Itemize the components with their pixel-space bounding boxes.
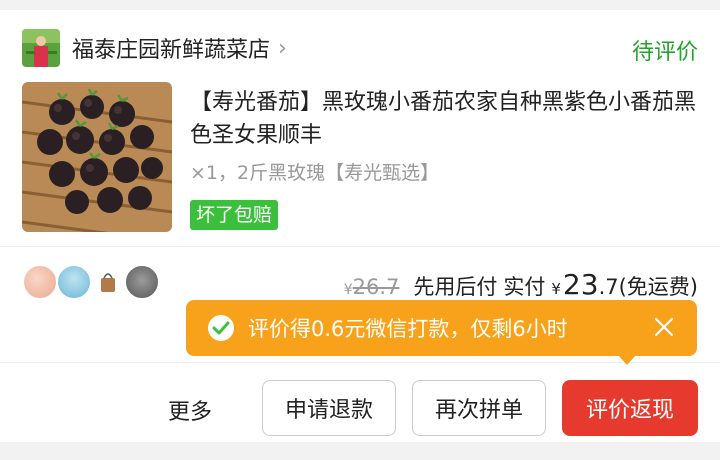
next-card-edge (22, 444, 698, 460)
avatar (124, 264, 160, 300)
currency-symbol: ¥ (551, 280, 561, 298)
more-button[interactable]: 更多 (168, 394, 212, 426)
review-reward-tooltip[interactable]: 评价得0.6元微信打款，仅剩6小时 (186, 300, 697, 356)
original-price: 26.7 (352, 275, 400, 299)
shipping-note: (免运费) (618, 275, 698, 299)
product-spec: ×1，2斤黑玫瑰【寿光甄选】 (190, 162, 440, 184)
chevron-right-icon[interactable]: › (278, 36, 287, 61)
divider (0, 362, 720, 363)
product-image[interactable] (22, 82, 172, 232)
pay-later-label: 先用后付 (413, 275, 498, 299)
price-row: ¥ 26.7 先用后付 实付 ¥ 23 .7 (免运费) (344, 268, 698, 301)
paid-label: 实付 (503, 275, 546, 299)
divider (0, 246, 720, 247)
avatar (90, 264, 126, 300)
shop-avatar (22, 29, 60, 67)
tooltip-text: 评价得0.6元微信打款，仅剩6小时 (248, 317, 568, 341)
review-cashback-button[interactable]: 评价返现 (562, 380, 698, 436)
product-title[interactable]: 【寿光番茄】黑玫瑰小番茄农家自种黑紫色小番茄黑色圣女果顺丰 (190, 86, 700, 152)
refund-button[interactable]: 申请退款 (262, 380, 396, 436)
avatar (22, 264, 58, 300)
reorder-button[interactable]: 再次拼单 (412, 380, 546, 436)
shop-header[interactable]: 福泰庄园新鲜蔬菜店 › (22, 28, 287, 68)
guarantee-badge: 坏了包赔 (190, 200, 279, 230)
wechat-pay-icon (206, 313, 236, 343)
order-card: 福泰庄园新鲜蔬菜店 › 待评价 【寿光番茄】黑玫瑰小番茄农家自种黑紫色小番茄黑色… (0, 10, 720, 442)
order-status: 待评价 (631, 40, 698, 65)
avatar (56, 264, 92, 300)
close-icon[interactable] (651, 314, 677, 340)
currency-symbol: ¥ (343, 282, 353, 298)
paid-price-decimal: .7 (598, 275, 619, 299)
tooltip-arrow (618, 355, 636, 365)
buyer-avatars (22, 264, 160, 300)
shop-name[interactable]: 福泰庄园新鲜蔬菜店 (72, 32, 270, 64)
paid-price-integer: 23 (562, 268, 599, 301)
